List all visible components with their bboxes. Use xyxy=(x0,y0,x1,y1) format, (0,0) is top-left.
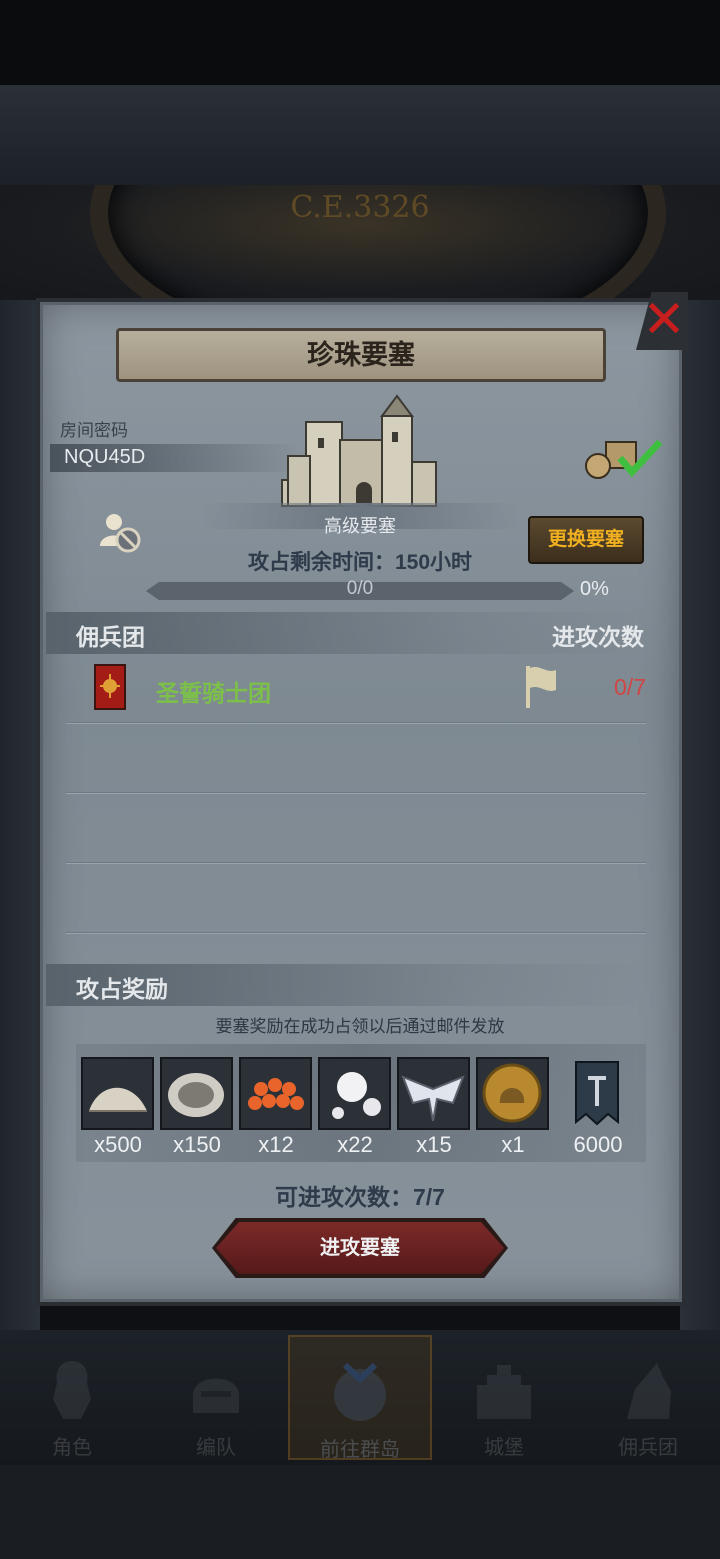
reward-item[interactable] xyxy=(160,1057,233,1130)
nav-item-formation[interactable]: 编队 xyxy=(144,1335,288,1460)
row-divider xyxy=(66,722,646,723)
reward-qty: x15 xyxy=(416,1132,452,1157)
mounted-knight-icon xyxy=(627,1363,671,1419)
nav-label: 佣兵团 xyxy=(618,1437,678,1459)
nav-item-character[interactable]: 角色 xyxy=(0,1335,144,1460)
rewards-header: 攻占奖励 xyxy=(76,976,168,1002)
reward-item[interactable] xyxy=(318,1057,391,1130)
top-black-band xyxy=(0,0,720,85)
rewards-note: 要塞奖励在成功占领以后通过邮件发放 xyxy=(215,1017,505,1036)
reward-item[interactable] xyxy=(397,1057,470,1130)
guild-banner-icon xyxy=(94,664,126,710)
bottom-strip xyxy=(0,1465,720,1559)
bat-wing-emblem-icon xyxy=(401,1075,465,1122)
progress-text: 0/0 xyxy=(346,578,374,599)
nav-item-archipelago[interactable]: 前往群岛 xyxy=(288,1335,432,1461)
flag-icon xyxy=(526,666,556,708)
mercenary-name: 圣誓骑士团 xyxy=(156,680,271,706)
fortress-level: 高级要塞 xyxy=(324,516,396,536)
row-divider xyxy=(66,932,646,933)
knight-icon xyxy=(53,1361,91,1419)
progress-percent: 0% xyxy=(580,578,609,600)
room-code-label: 房间密码 xyxy=(60,421,128,440)
nav-label: 编队 xyxy=(196,1437,236,1459)
right-backdrop xyxy=(680,300,720,1330)
attack-count-header: 进攻次数 xyxy=(552,624,644,650)
close-icon[interactable]: ✕ xyxy=(640,294,688,346)
pearls-icon xyxy=(332,1072,381,1119)
swap-fortress-button[interactable]: 更换要塞 xyxy=(528,516,644,564)
nav-label: 城堡 xyxy=(484,1437,524,1459)
fish-roe-icon xyxy=(248,1078,304,1110)
attack-fortress-button[interactable]: 进攻要塞 xyxy=(216,1222,504,1274)
compass-globe-icon xyxy=(334,1362,386,1421)
nav-item-castle[interactable]: 城堡 xyxy=(432,1335,576,1460)
reward-item[interactable] xyxy=(81,1057,154,1130)
attacks-available: 可进攻次数：7/7 xyxy=(275,1184,445,1210)
oyster-icon xyxy=(168,1073,224,1117)
sand-pile-icon xyxy=(89,1087,147,1112)
reward-qty: x22 xyxy=(337,1132,373,1157)
reward-item[interactable] xyxy=(574,1060,620,1128)
dialog-title: 珍珠要塞 xyxy=(116,328,606,382)
mercenary-header: 佣兵团 xyxy=(76,624,145,650)
clock-year: C.E.3326 xyxy=(290,190,430,225)
fortress-castle-icon xyxy=(281,394,437,507)
nav-item-mercenary[interactable]: 佣兵团 xyxy=(576,1335,720,1460)
mercenary-row[interactable] xyxy=(60,660,660,720)
nav-label: 角色 xyxy=(52,1437,92,1459)
reward-item[interactable] xyxy=(239,1057,312,1130)
helmet-icon xyxy=(193,1378,239,1413)
row-divider xyxy=(66,792,646,793)
knight-helmet-coin-icon xyxy=(482,1063,542,1123)
time-remaining: 攻占剩余时间：150小时 xyxy=(247,551,473,574)
mercenary-attacks: 0/7 xyxy=(614,674,646,700)
guild-banner-icon xyxy=(575,1061,619,1126)
reward-qty: x1 xyxy=(501,1132,525,1157)
no-user-icon[interactable] xyxy=(96,512,144,554)
left-backdrop xyxy=(0,300,40,1330)
reward-qty: x500 xyxy=(94,1132,142,1157)
world-clock: C.E.3326 xyxy=(0,185,720,305)
loot-bag-check-icon[interactable] xyxy=(584,432,664,482)
row-divider xyxy=(66,862,646,863)
castle-icon xyxy=(477,1365,531,1419)
top-panel-band xyxy=(0,85,720,185)
reward-qty: 6000 xyxy=(573,1132,623,1157)
reward-qty: x12 xyxy=(258,1132,294,1157)
reward-item[interactable] xyxy=(476,1057,549,1130)
nav-label: 前往群岛 xyxy=(320,1439,400,1461)
room-code: NQU45D xyxy=(64,446,146,468)
reward-qty: x150 xyxy=(173,1132,221,1157)
